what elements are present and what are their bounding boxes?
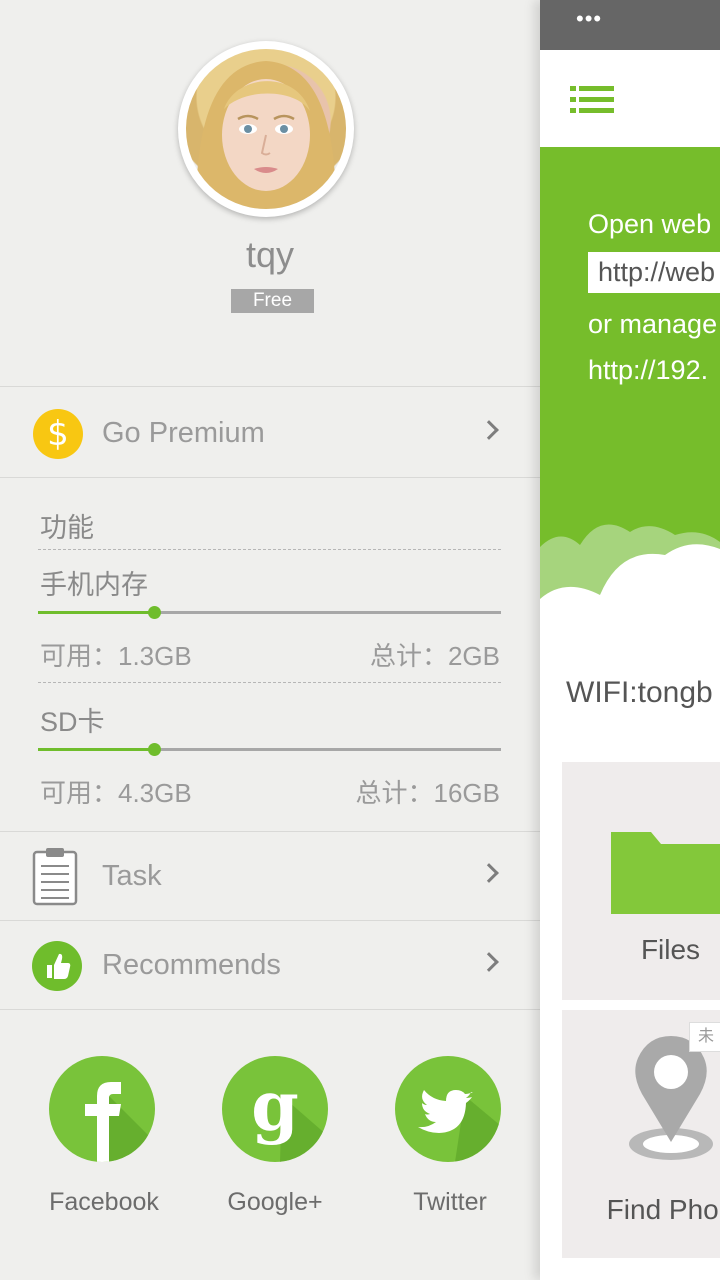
- clipboard-icon: [32, 848, 78, 906]
- chevron-right-icon: [479, 863, 499, 883]
- files-card[interactable]: Files: [562, 762, 720, 1000]
- toolbar: [540, 50, 720, 147]
- wifi-label: WIFI:tongb: [566, 676, 713, 709]
- storage-bar-fill: [38, 611, 154, 614]
- username: tqy: [245, 234, 295, 275]
- more-dots-icon[interactable]: •••: [576, 6, 602, 32]
- storage-bar-fill: [38, 748, 154, 751]
- folder-icon: [611, 832, 720, 914]
- unread-tag: 未: [689, 1022, 720, 1052]
- divider: [0, 1009, 540, 1010]
- hero-line: or manage: [588, 309, 718, 339]
- plan-badge: Free: [231, 289, 314, 313]
- svg-text:g: g: [251, 1067, 299, 1147]
- google-plus-button[interactable]: g: [222, 1056, 328, 1162]
- sd-total: 总计：16GB: [355, 778, 501, 808]
- menu-item-go-premium[interactable]: $ Go Premium: [0, 389, 540, 477]
- app-root: tqy Free $ Go Premium 功能 手机内存 可用：1.3GB 总…: [0, 0, 720, 1280]
- chevron-right-icon: [479, 420, 499, 440]
- avatar[interactable]: [178, 41, 354, 217]
- menu-item-recommends[interactable]: Recommends: [0, 921, 540, 1009]
- facebook-label: Facebook: [49, 1188, 159, 1216]
- facebook-icon: [85, 1082, 155, 1162]
- storage-bar-knob: [147, 743, 161, 756]
- phone-storage-label: 手机内存: [40, 570, 148, 600]
- avatar-photo: [186, 49, 346, 209]
- cloud-decoration: [540, 524, 720, 647]
- phone-storage-bar: [38, 606, 501, 619]
- list-menu-icon[interactable]: [570, 85, 614, 115]
- menu-item-label: Go Premium: [102, 417, 265, 449]
- dashed-divider: [38, 549, 501, 550]
- google-plus-label: Google+: [227, 1188, 323, 1216]
- side-drawer: tqy Free $ Go Premium 功能 手机内存 可用：1.3GB 总…: [0, 0, 540, 1280]
- menu-item-label: Task: [102, 860, 162, 892]
- thumbs-up-icon: [32, 941, 82, 991]
- main-panel: ••• Open web http://web or manage http:/…: [540, 0, 720, 1280]
- sd-card-label: SD卡: [40, 707, 105, 737]
- hero-banner: Open web http://web or manage http://192…: [540, 147, 720, 647]
- twitter-label: Twitter: [413, 1188, 487, 1216]
- sd-available: 可用：4.3GB: [40, 778, 192, 808]
- phone-available: 可用：1.3GB: [40, 641, 192, 671]
- menu-item-label: Recommends: [102, 949, 281, 981]
- url-box[interactable]: http://web: [588, 252, 720, 293]
- find-phone-label: Find Phon: [606, 1194, 720, 1225]
- files-label: Files: [640, 934, 701, 965]
- features-title: 功能: [40, 513, 94, 543]
- divider: [0, 386, 540, 387]
- menu-item-task[interactable]: Task: [0, 832, 540, 920]
- hero-url[interactable]: http://192.: [588, 355, 708, 386]
- hero-line: Open web: [588, 209, 712, 239]
- facebook-button[interactable]: [49, 1056, 155, 1162]
- divider: [0, 477, 540, 478]
- chevron-right-icon: [479, 952, 499, 972]
- twitter-icon: [418, 1090, 501, 1162]
- dollar-coin-icon: $: [33, 409, 83, 459]
- find-phone-card[interactable]: 未 Find Phon: [562, 1010, 720, 1258]
- status-bar: •••: [540, 0, 720, 50]
- storage-bar-knob: [147, 606, 161, 619]
- location-pin-icon: [629, 1036, 713, 1160]
- sd-storage-bar: [38, 743, 501, 756]
- google-plus-icon: g: [251, 1067, 328, 1162]
- phone-total: 总计：2GB: [369, 641, 500, 671]
- dashed-divider: [38, 682, 501, 683]
- twitter-button[interactable]: [395, 1056, 501, 1162]
